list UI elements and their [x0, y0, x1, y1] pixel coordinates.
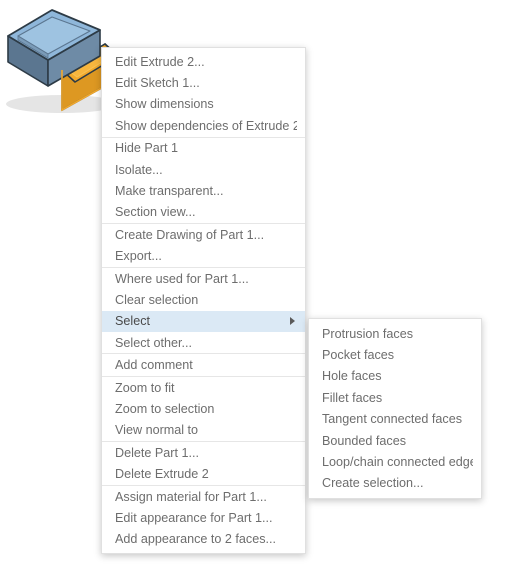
context-menu-item-select[interactable]: Select	[102, 310, 305, 333]
context-menu-item-assign-material-for-part-1[interactable]: Assign material for Part 1...	[102, 486, 305, 507]
context-menu-item-section-view[interactable]: Section view...	[102, 202, 305, 223]
select-submenu-item-pocket-faces[interactable]: Pocket faces	[309, 344, 481, 365]
context-menu-item-edit-appearance-for-part-1[interactable]: Edit appearance for Part 1...	[102, 507, 305, 528]
context-menu-item-label: Delete Extrude 2	[115, 467, 209, 482]
context-menu-item-label: Create Drawing of Part 1...	[115, 227, 265, 242]
context-menu-item-label: Export...	[115, 249, 162, 264]
context-menu-item-isolate[interactable]: Isolate...	[102, 159, 305, 180]
context-menu-item-delete-extrude-2[interactable]: Delete Extrude 2	[102, 463, 305, 484]
context-menu-item-label: Show dimensions	[115, 97, 214, 112]
context-menu-item-select-other[interactable]: Select other...	[102, 332, 305, 353]
context-menu-group: Delete Part 1... Delete Extrude 2	[102, 441, 305, 485]
context-menu-item-clear-selection[interactable]: Clear selection	[102, 289, 305, 310]
context-menu-item-label: Add comment	[115, 358, 193, 373]
context-menu-item-make-transparent[interactable]: Make transparent...	[102, 180, 305, 201]
select-submenu-item-create-selection[interactable]: Create selection...	[309, 473, 481, 494]
select-submenu-item-hole-faces[interactable]: Hole faces	[309, 366, 481, 387]
select-submenu-item-label: Create selection...	[322, 476, 424, 491]
select-submenu-item-label: Pocket faces	[322, 348, 395, 363]
context-menu-item-export[interactable]: Export...	[102, 246, 305, 267]
context-menu-item-label: Make transparent...	[115, 184, 224, 199]
context-menu-item-where-used-for-part-1[interactable]: Where used for Part 1...	[102, 268, 305, 289]
context-menu-item-edit-sketch-1[interactable]: Edit Sketch 1...	[102, 72, 305, 93]
context-menu-item-label: Show dependencies of Extrude 2...	[115, 118, 297, 133]
context-menu-group: Assign material for Part 1... Edit appear…	[102, 484, 305, 550]
context-menu-item-label: Select	[115, 314, 151, 329]
select-submenu-item-loop-chain-connected-edges[interactable]: Loop/chain connected edges	[309, 451, 481, 472]
context-menu-group: Where used for Part 1... Clear selection S…	[102, 266, 305, 354]
context-menu-item-label: Where used for Part 1...	[115, 271, 249, 286]
context-menu-group: Create Drawing of Part 1... Export...	[102, 223, 305, 267]
select-submenu-item-label: Protrusion faces	[322, 326, 413, 341]
context-menu-item-hide-part-1[interactable]: Hide Part 1	[102, 138, 305, 159]
context-menu-item-label: Zoom to selection	[115, 401, 215, 416]
select-submenu-item-bounded-faces[interactable]: Bounded faces	[309, 430, 481, 451]
context-menu-item-label: Section view...	[115, 205, 196, 220]
context-menu-group: Zoom to fit Zoom to selection View normal …	[102, 375, 305, 441]
context-menu-item-label: Edit Extrude 2...	[115, 54, 205, 69]
context-menu-item-show-dependencies-of-extrude-2[interactable]: Show dependencies of Extrude 2...	[102, 115, 305, 136]
app-root: Edit Extrude 2... Edit Sketch 1... Show di…	[0, 0, 525, 570]
context-menu-item-show-dimensions[interactable]: Show dimensions	[102, 94, 305, 115]
context-menu-group: Add comment	[102, 353, 305, 375]
context-menu-item-label: Clear selection	[115, 292, 199, 307]
select-submenu-item-tangent-connected-faces[interactable]: Tangent connected faces	[309, 409, 481, 430]
select-submenu-item-label: Loop/chain connected edges	[322, 455, 473, 470]
select-submenu-item-label: Bounded faces	[322, 433, 407, 448]
context-menu-item-label: View normal to	[115, 423, 199, 438]
context-menu-item-create-drawing-of-part-1[interactable]: Create Drawing of Part 1...	[102, 224, 305, 245]
context-menu-item-label: Isolate...	[115, 162, 163, 177]
context-menu-item-zoom-to-selection[interactable]: Zoom to selection	[102, 398, 305, 419]
select-submenu-item-label: Tangent connected faces	[322, 412, 463, 427]
context-menu-item-label: Edit Sketch 1...	[115, 76, 200, 91]
submenu-arrow-icon	[290, 317, 295, 326]
context-menu-item-label: Zoom to fit	[115, 380, 175, 395]
context-menu-group: Hide Part 1 Isolate... Make transparent...…	[102, 136, 305, 224]
select-submenu[interactable]: Protrusion faces Pocket faces Hole faces Fi…	[308, 318, 482, 500]
context-menu-item-view-normal-to[interactable]: View normal to	[102, 420, 305, 441]
select-submenu-item-protrusion-faces[interactable]: Protrusion faces	[309, 323, 481, 344]
select-submenu-item-label: Hole faces	[322, 369, 382, 384]
context-menu-group: Edit Extrude 2... Edit Sketch 1... Show di…	[102, 51, 305, 137]
part-context-menu[interactable]: Edit Extrude 2... Edit Sketch 1... Show di…	[101, 47, 306, 554]
context-menu-item-edit-extrude-2[interactable]: Edit Extrude 2...	[102, 51, 305, 72]
context-menu-item-add-comment[interactable]: Add comment	[102, 354, 305, 375]
context-menu-item-add-appearance-to-2-faces[interactable]: Add appearance to 2 faces...	[102, 529, 305, 550]
select-submenu-item-label: Fillet faces	[322, 390, 383, 405]
select-submenu-item-fillet-faces[interactable]: Fillet faces	[309, 387, 481, 408]
context-menu-item-label: Assign material for Part 1...	[115, 489, 267, 504]
context-menu-item-label: Hide Part 1	[115, 141, 178, 156]
context-menu-item-delete-part-1[interactable]: Delete Part 1...	[102, 442, 305, 463]
context-menu-item-label: Edit appearance for Part 1...	[115, 510, 273, 525]
context-menu-item-zoom-to-fit[interactable]: Zoom to fit	[102, 377, 305, 398]
context-menu-item-label: Delete Part 1...	[115, 445, 199, 460]
context-menu-item-label: Select other...	[115, 335, 193, 350]
context-menu-item-label: Add appearance to 2 faces...	[115, 532, 277, 547]
select-submenu-group: Protrusion faces Pocket faces Hole faces Fi…	[309, 323, 481, 494]
